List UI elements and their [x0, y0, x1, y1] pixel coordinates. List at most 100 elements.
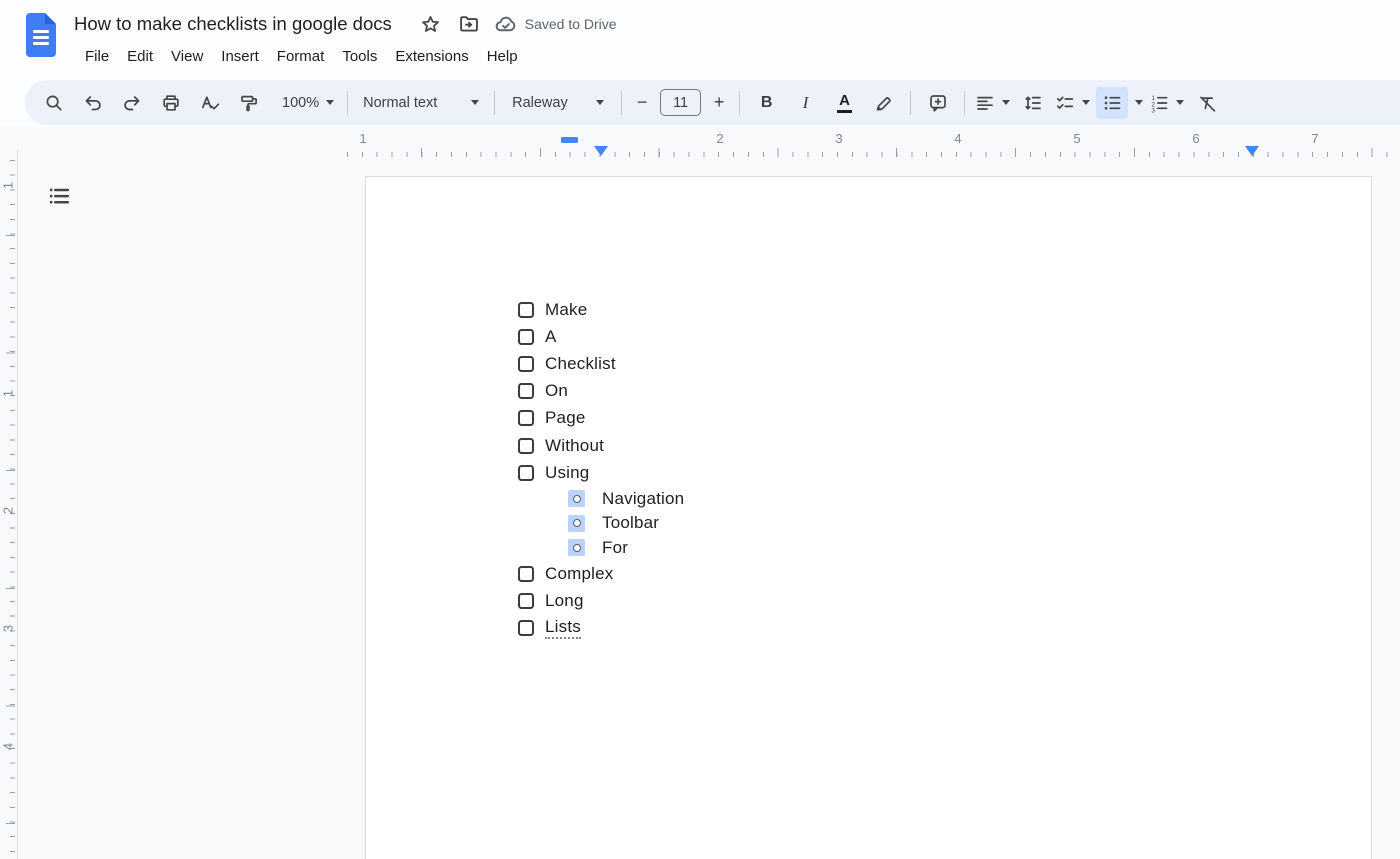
circle-bullet-icon — [573, 544, 581, 552]
checklist-item-label: On — [545, 381, 568, 401]
text-color-button[interactable]: A — [825, 85, 864, 121]
svg-text:3: 3 — [1151, 107, 1155, 113]
selected-bullet-highlight[interactable] — [568, 515, 585, 532]
document-outline-button[interactable] — [42, 180, 76, 212]
paint-format-button[interactable] — [229, 85, 268, 121]
checkbox-icon[interactable] — [518, 356, 534, 372]
bulleted-list-button[interactable] — [1093, 85, 1146, 121]
checklist-item[interactable]: Using — [366, 459, 1371, 486]
checklist-item-label: Make — [545, 300, 587, 320]
checkbox-icon[interactable] — [518, 620, 534, 636]
right-indent-marker[interactable] — [1245, 146, 1259, 156]
menu-item[interactable]: View — [162, 44, 212, 69]
move-folder-icon — [458, 13, 480, 35]
checklist-item[interactable]: Checklist — [366, 350, 1371, 377]
checklist-item[interactable]: Make — [366, 296, 1371, 323]
zoom-select[interactable]: 100% — [276, 85, 340, 121]
ruler-number: 1 — [359, 131, 366, 146]
ruler-number: 6 — [1192, 131, 1199, 146]
menu-bar: FileEditViewInsertFormatToolsExtensionsH… — [76, 42, 617, 70]
ruler-number: 7 — [1311, 131, 1318, 146]
star-button[interactable] — [418, 11, 444, 37]
document-title[interactable]: How to make checklists in google docs — [74, 13, 392, 35]
checkbox-icon[interactable] — [518, 302, 534, 318]
title-row: How to make checklists in google docs Sa… — [74, 8, 617, 40]
checklist-group-top: Make A Checklist On — [366, 296, 1371, 486]
menu-item[interactable]: Insert — [212, 44, 268, 69]
checklist-item-label: Lists — [545, 617, 581, 639]
ruler-number: 1 — [1, 387, 16, 401]
menu-item[interactable]: File — [76, 44, 118, 69]
italic-button[interactable]: I — [786, 85, 825, 121]
spell-check-button[interactable] — [190, 85, 229, 121]
search-menus-button[interactable] — [34, 85, 73, 121]
checkbox-icon[interactable] — [518, 566, 534, 582]
line-spacing-button[interactable] — [1013, 85, 1052, 121]
document-content: Make A Checklist On — [366, 177, 1371, 642]
menu-item[interactable]: Extensions — [386, 44, 477, 69]
checkbox-icon[interactable] — [518, 593, 534, 609]
clear-formatting-button[interactable] — [1187, 85, 1226, 121]
numbered-list-icon: 123 — [1149, 93, 1169, 113]
highlight-color-button[interactable] — [864, 85, 903, 121]
menu-item[interactable]: Format — [268, 44, 334, 69]
checkbox-icon[interactable] — [518, 465, 534, 481]
clear-formatting-icon — [1197, 93, 1217, 113]
vertical-ruler[interactable]: 11234 — [0, 127, 18, 859]
move-folder-button[interactable] — [456, 11, 482, 37]
increase-font-size-button[interactable]: + — [706, 85, 732, 121]
first-line-indent-marker[interactable] — [561, 137, 578, 143]
checklist-item[interactable]: Long — [366, 587, 1371, 614]
chevron-down-icon — [1002, 100, 1010, 105]
menu-item[interactable]: Edit — [118, 44, 162, 69]
checklist-item[interactable]: A — [366, 323, 1371, 350]
menu-item[interactable]: Help — [478, 44, 527, 69]
left-indent-marker[interactable] — [594, 146, 608, 156]
paint-format-icon — [239, 93, 259, 113]
checkbox-icon[interactable] — [518, 410, 534, 426]
font-select[interactable]: Raleway — [502, 85, 614, 121]
selected-bullet-highlight[interactable] — [568, 490, 585, 507]
document-page[interactable]: Make A Checklist On — [365, 176, 1372, 859]
sub-bullet-group: Navigation Toolbar For — [366, 486, 1371, 560]
checklist-item[interactable]: Page — [366, 405, 1371, 432]
insert-comment-button[interactable] — [918, 85, 957, 121]
sub-list-item[interactable]: Navigation — [366, 486, 1371, 511]
undo-button[interactable] — [73, 85, 112, 121]
paragraph-style-select[interactable]: Normal text — [355, 85, 487, 121]
zoom-value: 100% — [282, 95, 319, 111]
menu-item[interactable]: Tools — [333, 44, 386, 69]
font-size-input[interactable]: 11 — [660, 89, 701, 116]
toolbar: 100% Normal text Raleway − 11 + B I A — [25, 80, 1400, 125]
checkbox-icon[interactable] — [518, 329, 534, 345]
undo-icon — [83, 93, 103, 113]
checkbox-icon[interactable] — [518, 383, 534, 399]
star-icon — [420, 14, 441, 35]
print-button[interactable] — [151, 85, 190, 121]
checklist-item[interactable]: On — [366, 378, 1371, 405]
horizontal-ruler[interactable]: 1234567 — [0, 128, 1400, 161]
saved-status[interactable]: Saved to Drive — [494, 13, 617, 36]
google-docs-logo-icon[interactable] — [26, 13, 56, 57]
numbered-list-button[interactable]: 123 — [1146, 85, 1187, 121]
checklist-item-label: Checklist — [545, 354, 616, 374]
redo-button[interactable] — [112, 85, 151, 121]
align-select[interactable] — [972, 85, 1013, 121]
selected-bullet-highlight[interactable] — [568, 539, 585, 556]
font-value: Raleway — [512, 95, 589, 111]
sub-list-item[interactable]: Toolbar — [366, 511, 1371, 536]
checklist-item[interactable]: Lists — [366, 614, 1371, 641]
checklist-button[interactable] — [1052, 85, 1093, 121]
checklist-item[interactable]: Complex — [366, 560, 1371, 587]
ruler-number: 3 — [1, 622, 16, 636]
decrease-font-size-button[interactable]: − — [629, 85, 655, 121]
checkbox-icon[interactable] — [518, 438, 534, 454]
redo-icon — [122, 93, 142, 113]
saved-status-label: Saved to Drive — [525, 16, 617, 32]
sub-list-item[interactable]: For — [366, 536, 1371, 561]
checklist-item[interactable]: Without — [366, 432, 1371, 459]
chevron-down-icon — [326, 100, 334, 105]
chevron-down-icon — [596, 100, 604, 105]
spell-check-icon — [200, 93, 220, 113]
bold-button[interactable]: B — [747, 85, 786, 121]
